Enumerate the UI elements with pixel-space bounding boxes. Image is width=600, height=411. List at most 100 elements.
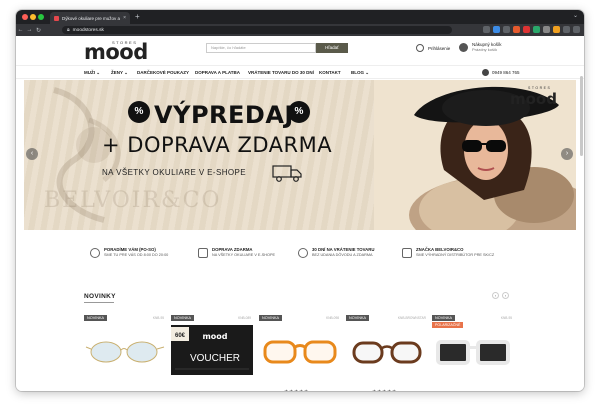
voucher-logo: mood (202, 332, 227, 341)
new-badge: NOVINKA (259, 315, 283, 321)
product-image (352, 341, 422, 364)
new-badge: NOVINKA (84, 315, 108, 321)
webpage: STORES mood Napíšte, čo hľadáte Hľadať P… (16, 36, 584, 391)
nav-item-darcekove-poukazy[interactable]: DARČEKOVÉ POUKAZY (137, 70, 189, 75)
nav-item-zeny[interactable]: ŽENY ⌄ (111, 70, 128, 76)
site-logo[interactable]: STORES mood (84, 40, 148, 64)
cart-text: Nákupný košík Prázdny košík (472, 42, 502, 52)
new-badge: NOVINKA (432, 315, 456, 321)
phone-number: 0949 864 765 (492, 70, 520, 75)
close-window-button[interactable] (22, 14, 28, 20)
lock-icon: 🔒︎ (67, 27, 70, 33)
product-carousel: NOVINKA KNB-95 NOVINKA KNB-089 60€ mood … (84, 315, 516, 385)
extension-icon[interactable] (553, 26, 560, 33)
phone-contact[interactable]: 0949 864 765 (482, 69, 520, 76)
benefit-subtitle: BEZ UDANIA DÔVODU A ZDARMA (312, 253, 373, 257)
benefit-title: DOPRAVA ZDARMA (212, 247, 253, 252)
section-title-underline (84, 302, 114, 303)
search-button[interactable]: Hľadať (316, 43, 348, 53)
login-label: Prihlásenie (428, 45, 451, 51)
carousel-next-button[interactable]: › (502, 292, 509, 299)
hero-logo: mood (510, 90, 557, 108)
section-title: NOVINKY (84, 293, 116, 300)
benefit-subtitle: SME TU PRE VÁS OD 8:00 DO 20:00 (104, 253, 169, 257)
brand-icon (402, 248, 412, 258)
product-code: KNB-BROWNSTAR (397, 316, 426, 320)
maximize-window-button[interactable] (38, 14, 44, 20)
main-navigation: MUŽI ⌄ ŽENY ⌄ DARČEKOVÉ POUKAZY DOPRAVA … (16, 65, 584, 79)
reload-icon[interactable]: ↻ (34, 27, 43, 34)
rating-stars: ★★★★★ (284, 389, 309, 391)
voucher-label: VOUCHER (190, 353, 240, 364)
cart-icon (459, 42, 468, 52)
page-scrollbar[interactable] (580, 76, 583, 156)
tab-close-icon[interactable]: × (123, 15, 126, 21)
product-image (263, 340, 337, 364)
browser-tab[interactable]: Dýkové okuliare pre mužov a ženy × (50, 12, 130, 24)
nav-item-kontakt[interactable]: KONTAKT (319, 70, 341, 75)
tab-title: Dýkové okuliare pre mužov a ženy (62, 15, 121, 21)
product-code: KNB-098 (326, 316, 339, 320)
benefit-title: ZNAČKA BELVOIR&CO (416, 247, 464, 252)
nav-item-vratenie-tovaru[interactable]: VRÁTENIE TOVARU DO 30 DNÍ (248, 70, 314, 75)
forward-icon[interactable]: → (25, 27, 34, 33)
back-icon[interactable]: ← (16, 27, 25, 33)
benefit-item: DOPRAVA ZDARMA NA VŠETKY OKULIARE V E-SH… (198, 247, 275, 258)
product-card[interactable]: NOVINKA KNB-BROWNSTAR (346, 315, 428, 381)
benefit-title: 30 DNÍ NA VRÁTENIE TOVARU (312, 247, 375, 252)
percent-badge-icon: % (128, 101, 150, 123)
product-card[interactable]: NOVINKA KNB-098 (259, 315, 341, 381)
new-badge: NOVINKA (346, 315, 370, 321)
browser-tab-bar: Dýkové okuliare pre mužov a ženy × + ⌄ (16, 10, 584, 24)
url-text: moodstores.sk (72, 27, 104, 33)
phone-icon (482, 69, 489, 76)
user-icon (416, 44, 424, 52)
brand-watermark: BELVOIR&CO (44, 188, 222, 213)
benefit-item: PORADÍME VÁM (PO-SO) SME TU PRE VÁS OD 8… (90, 247, 168, 258)
extension-icon[interactable] (503, 26, 510, 33)
return-icon (298, 248, 308, 258)
extension-icon[interactable] (533, 26, 540, 33)
nav-item-muzi[interactable]: MUŽI ⌄ (84, 70, 100, 76)
slider-prev-button[interactable]: ‹ (26, 148, 38, 160)
hero-caption: NA VŠETKY OKULIARE V E-SHOPE (102, 168, 246, 177)
search-input[interactable]: Napíšte, čo hľadáte (206, 43, 316, 53)
benefit-item: ZNAČKA BELVOIR&CO SME VÝHRADNÝ DISTRIBÚT… (402, 247, 494, 258)
extension-icon[interactable] (513, 26, 520, 33)
nav-item-doprava-a-platba[interactable]: DOPRAVA A PLATBA (195, 70, 240, 75)
extension-icon[interactable] (493, 26, 500, 33)
logo-mood-text: mood (84, 40, 148, 64)
product-card[interactable]: NOVINKA KNB-089 60€ mood VOUCHER (171, 315, 253, 381)
slider-next-button[interactable]: › (561, 148, 573, 160)
benefit-title: PORADÍME VÁM (PO-SO) (104, 247, 156, 252)
benefit-subtitle: NA VŠETKY OKULIARE V E-SHOPE (212, 253, 276, 257)
delivery-truck-icon (272, 165, 302, 182)
product-card[interactable]: NOVINKA POLARIZAČNÉ KNB-95 (432, 315, 514, 381)
address-bar[interactable]: 🔒︎ moodstores.sk (62, 26, 452, 34)
hero-subtitle: + DOPRAVA ZDARMA (102, 133, 333, 157)
nav-item-blog[interactable]: BLOG ⌄ (351, 70, 369, 76)
carousel-prev-button[interactable]: ‹ (492, 292, 499, 299)
profile-icon[interactable] (563, 26, 570, 33)
support-icon (90, 248, 100, 258)
browser-window: Dýkové okuliare pre mužov a ženy × + ⌄ ←… (16, 10, 584, 391)
bookmark-icon[interactable] (483, 26, 490, 33)
product-code: KNB-95 (500, 316, 512, 320)
product-card[interactable]: NOVINKA KNB-95 (84, 315, 166, 381)
minimize-window-button[interactable] (30, 14, 36, 20)
menu-icon[interactable] (573, 26, 580, 33)
product-image (436, 340, 510, 365)
extension-icon[interactable] (523, 26, 530, 33)
percent-badge-icon: % (288, 101, 310, 123)
rating-stars: ★★★★★ (372, 389, 397, 391)
extension-icon[interactable] (543, 26, 550, 33)
tab-search-icon[interactable]: ⌄ (573, 12, 578, 19)
product-image (85, 341, 165, 363)
hero-banner[interactable]: BELVOIR&CO % VÝPREDAJ % + DOPRAVA ZDARMA… (24, 80, 576, 230)
login-link[interactable]: Prihlásenie (416, 44, 450, 52)
extension-icons (483, 26, 580, 33)
favicon-icon (54, 15, 59, 21)
cart-link[interactable]: Nákupný košík Prázdny košík (459, 42, 502, 52)
benefits-strip: PORADÍME VÁM (PO-SO) SME TU PRE VÁS OD 8… (16, 247, 584, 277)
new-tab-button[interactable]: + (135, 12, 140, 22)
